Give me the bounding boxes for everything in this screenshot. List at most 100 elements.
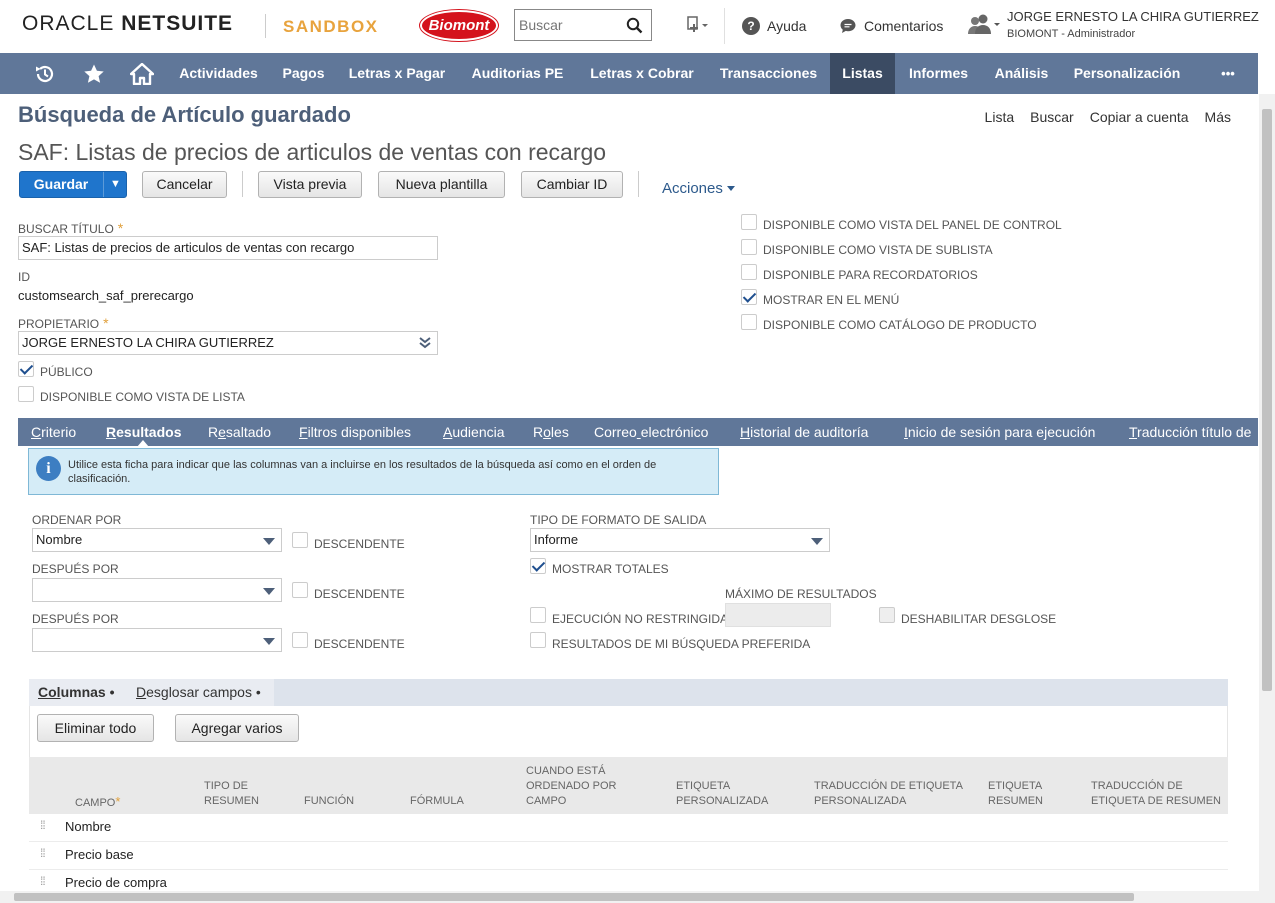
actions-menu[interactable]: Acciones — [662, 180, 736, 197]
nav-more[interactable]: ••• — [1208, 53, 1248, 94]
nav-actividades[interactable]: Actividades — [167, 53, 270, 94]
show-in-menu-checkbox[interactable] — [741, 289, 757, 305]
save-button[interactable]: Guardar ▼ — [19, 171, 127, 198]
title-input[interactable]: SAF: Listas de precios de articulos de v… — [18, 236, 438, 260]
show-totals-label: MOSTRAR TOTALES — [552, 562, 669, 576]
nav-personalizacion[interactable]: Personalización — [1063, 53, 1191, 94]
tab-historial-auditoria[interactable]: Historial de auditoría — [740, 418, 868, 446]
tab-roles[interactable]: Roles — [533, 418, 569, 446]
row-field[interactable]: Precio base — [65, 847, 134, 862]
nav-letras-cobrar[interactable]: Letras x Cobrar — [578, 53, 706, 94]
comments-link[interactable]: Comentarios — [839, 17, 943, 35]
search-icon[interactable] — [626, 17, 643, 34]
dropdown-arrow-icon[interactable] — [263, 638, 275, 645]
tab-filtros-disponibles[interactable]: Filtros disponibles — [299, 418, 411, 446]
drag-handle-icon[interactable]: ⁞⁞ — [40, 819, 46, 831]
nav-analisis[interactable]: Análisis — [982, 53, 1061, 94]
output-type-select[interactable]: Informe — [530, 528, 830, 552]
disable-drilldown-label: DESHABILITAR DESGLOSE — [901, 612, 1057, 626]
preview-button[interactable]: Vista previa — [258, 171, 362, 198]
sort-by-label: ORDENAR POR — [32, 513, 122, 527]
tab-traduccion-titulo[interactable]: Traducción título de — [1129, 418, 1251, 446]
user-name[interactable]: JORGE ERNESTO LA CHIRA GUTIERREZ — [1007, 9, 1259, 24]
nav-letras-pagar[interactable]: Letras x Pagar — [337, 53, 457, 94]
then2-descending-checkbox[interactable] — [292, 632, 308, 648]
save-button-label[interactable]: Guardar — [20, 172, 102, 197]
actions-label[interactable]: Acciones — [662, 180, 723, 197]
search-link[interactable]: Buscar — [1030, 109, 1074, 125]
table-row[interactable]: ⁞⁞ Nombre — [29, 814, 1228, 842]
global-search[interactable] — [514, 9, 652, 41]
add-multiple-button[interactable]: Agregar varios — [175, 714, 299, 742]
tab-resaltado[interactable]: Resaltado — [208, 418, 271, 446]
tab-inicio-sesion[interactable]: Inicio de sesión para ejecución — [904, 418, 1095, 446]
search-input[interactable] — [515, 10, 620, 40]
help-link[interactable]: ? Ayuda — [742, 17, 806, 35]
public-checkbox[interactable] — [18, 361, 34, 377]
then-by-select[interactable] — [32, 578, 282, 602]
save-menu-arrow[interactable]: ▼ — [103, 172, 127, 197]
drag-handle-icon[interactable]: ⁞⁞ — [40, 875, 46, 887]
user-menu-icon[interactable] — [968, 14, 1000, 41]
nav-informes[interactable]: Informes — [897, 53, 980, 94]
nav-listas[interactable]: Listas — [830, 53, 895, 94]
horizontal-scrollbar-thumb[interactable] — [14, 893, 1134, 901]
tab-columnas[interactable]: Columnas • — [38, 684, 114, 700]
disable-drilldown-checkbox[interactable] — [879, 607, 895, 623]
cancel-button[interactable]: Cancelar — [142, 171, 227, 198]
header-funcion: FUNCIÓN — [304, 795, 355, 807]
max-results-input[interactable] — [725, 603, 831, 627]
id-label: ID — [18, 270, 30, 284]
list-link[interactable]: Lista — [985, 109, 1015, 125]
table-row[interactable]: ⁞⁞ Precio base — [29, 842, 1228, 870]
tab-audiencia[interactable]: Audiencia — [443, 418, 505, 446]
header-divider — [724, 8, 725, 44]
row-field[interactable]: Precio de compra — [65, 875, 167, 890]
more-link[interactable]: Más — [1205, 109, 1231, 125]
header-campo: CAMPO* — [75, 794, 121, 809]
then-by2-select[interactable] — [32, 628, 282, 652]
unrestricted-checkbox[interactable] — [530, 607, 546, 623]
show-totals-checkbox[interactable] — [530, 558, 546, 574]
logo-oracle-text: ORACLE — [22, 12, 115, 35]
owner-select[interactable]: JORGE ERNESTO LA CHIRA GUTIERREZ — [18, 331, 438, 355]
dashboard-view-checkbox[interactable] — [741, 214, 757, 230]
list-view-checkbox[interactable] — [18, 386, 34, 402]
sort-by-select[interactable]: Nombre — [32, 528, 282, 552]
required-mark: * — [103, 315, 109, 331]
product-catalog-checkbox[interactable] — [741, 314, 757, 330]
tab-correo-electronico[interactable]: Correo electrónico — [594, 418, 708, 446]
recent-records-icon[interactable] — [30, 53, 60, 94]
row-field[interactable]: Nombre — [65, 819, 111, 834]
change-id-button[interactable]: Cambiar ID — [521, 171, 623, 198]
nav-transacciones[interactable]: Transacciones — [708, 53, 829, 94]
page-header-links: Lista Buscar Copiar a cuenta Más — [985, 109, 1231, 125]
vertical-scrollbar-thumb[interactable] — [1262, 109, 1272, 691]
drag-handle-icon[interactable]: ⁞⁞ — [40, 847, 46, 859]
id-value: customsearch_saf_prerecargo — [18, 288, 194, 303]
dropdown-arrow-icon[interactable] — [263, 588, 275, 595]
descending-label: DESCENDENTE — [314, 537, 405, 551]
header-etiqueta-resumen: ETIQUETA RESUMEN — [988, 780, 1044, 807]
reminders-checkbox[interactable] — [741, 264, 757, 280]
nav-auditorias[interactable]: Auditorias PE — [459, 53, 576, 94]
sort-descending-checkbox[interactable] — [292, 532, 308, 548]
tab-desglosar-campos[interactable]: Desglosar campos • — [136, 684, 261, 700]
remove-all-button[interactable]: Eliminar todo — [37, 714, 154, 742]
sublist-view-checkbox[interactable] — [741, 239, 757, 255]
double-chevron-down-icon[interactable] — [419, 337, 431, 349]
favorites-star-icon[interactable] — [80, 53, 108, 94]
copy-to-account-link[interactable]: Copiar a cuenta — [1090, 109, 1189, 125]
tab-criterio[interactable]: Criterio — [31, 418, 76, 446]
create-new-icon[interactable] — [686, 16, 710, 39]
oracle-netsuite-logo[interactable]: ORACLE NETSUITE — [22, 12, 233, 36]
nav-pagos[interactable]: Pagos — [272, 53, 335, 94]
dropdown-arrow-icon[interactable] — [811, 538, 823, 545]
then-descending-checkbox[interactable] — [292, 582, 308, 598]
preferred-results-checkbox[interactable] — [530, 632, 546, 648]
info-text: Utilice esta ficha para indicar que las … — [68, 459, 657, 485]
new-template-button[interactable]: Nueva plantilla — [378, 171, 505, 198]
dropdown-arrow-icon[interactable] — [263, 538, 275, 545]
home-icon[interactable] — [128, 53, 156, 94]
title-field-label: BUSCAR TÍTULO * — [18, 220, 124, 236]
